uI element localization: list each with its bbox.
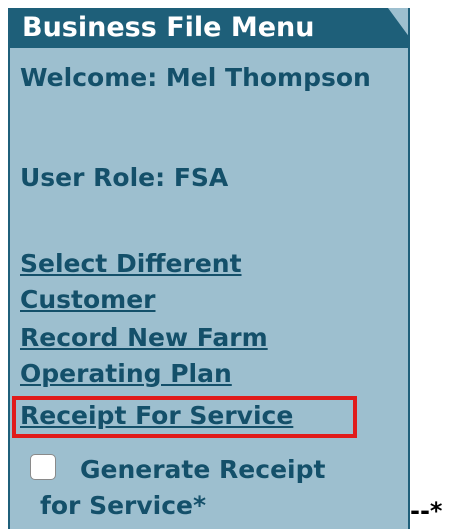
record-new-farm-operating-plan-link[interactable]: Record New Farm Operating Plan [20,320,380,392]
receipt-for-service-link[interactable]: Receipt For Service [20,398,293,434]
outside-note-text: --* [410,497,443,525]
welcome-text: Welcome: Mel Thompson [20,63,371,92]
generate-receipt-checkbox[interactable] [30,454,56,480]
user-role-text: User Role: FSA [20,163,229,192]
menu-title: Business File Menu [10,8,410,48]
business-file-menu-panel: Business File Menu Welcome: Mel Thompson… [8,8,410,529]
generate-receipt-label-line-1: Generate Receipt [80,455,326,484]
select-different-customer-link[interactable]: Select Different Customer [20,246,380,318]
generate-receipt-label-line-2: for Service* [40,491,207,520]
